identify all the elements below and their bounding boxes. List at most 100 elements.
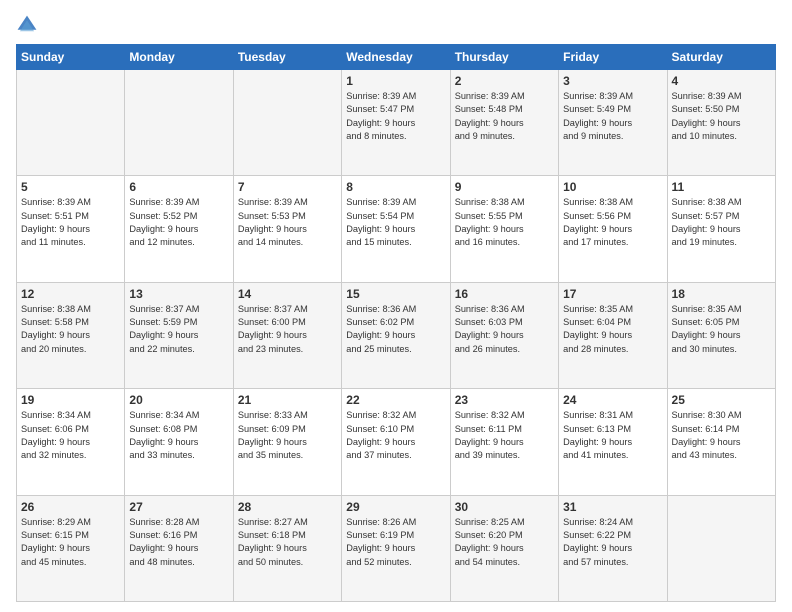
- calendar-week-row: 1 Sunrise: 8:39 AM Sunset: 5:47 PM Daylig…: [17, 70, 776, 176]
- day-info: Sunrise: 8:38 AM Sunset: 5:56 PM Dayligh…: [563, 196, 662, 249]
- day-number: 9: [455, 180, 554, 194]
- day-info: Sunrise: 8:39 AM Sunset: 5:52 PM Dayligh…: [129, 196, 228, 249]
- day-number: 30: [455, 500, 554, 514]
- calendar-day-29: 29 Sunrise: 8:26 AM Sunset: 6:19 PM Dayli…: [342, 495, 450, 601]
- day-info: Sunrise: 8:35 AM Sunset: 6:04 PM Dayligh…: [563, 303, 662, 356]
- calendar-day-30: 30 Sunrise: 8:25 AM Sunset: 6:20 PM Dayli…: [450, 495, 558, 601]
- calendar-empty-cell: [667, 495, 775, 601]
- calendar-week-row: 12Sunrise: 8:38 AM Sunset: 5:58 PM Dayli…: [17, 282, 776, 388]
- day-number: 27: [129, 500, 228, 514]
- day-number: 19: [21, 393, 120, 407]
- day-number: 4: [672, 74, 771, 88]
- weekday-header-saturday: Saturday: [667, 45, 775, 70]
- day-info: Sunrise: 8:25 AM Sunset: 6:20 PM Dayligh…: [455, 516, 554, 569]
- top-section: [16, 14, 776, 36]
- calendar-day-24: 24 Sunrise: 8:31 AM Sunset: 6:13 PM Dayli…: [559, 389, 667, 495]
- logo: [16, 14, 42, 36]
- calendar-day-20: 20 Sunrise: 8:34 AM Sunset: 6:08 PM Dayli…: [125, 389, 233, 495]
- day-info: Sunrise: 8:34 AM Sunset: 6:08 PM Dayligh…: [129, 409, 228, 462]
- day-number: 16: [455, 287, 554, 301]
- day-info: Sunrise: 8:38 AM Sunset: 5:55 PM Dayligh…: [455, 196, 554, 249]
- day-info: Sunrise: 8:39 AM Sunset: 5:50 PM Dayligh…: [672, 90, 771, 143]
- calendar-day-22: 22 Sunrise: 8:32 AM Sunset: 6:10 PM Dayli…: [342, 389, 450, 495]
- day-info: Sunrise: 8:26 AM Sunset: 6:19 PM Dayligh…: [346, 516, 445, 569]
- calendar-day-15: 15 Sunrise: 8:36 AM Sunset: 6:02 PM Dayli…: [342, 282, 450, 388]
- day-info: Sunrise: 8:32 AM Sunset: 6:11 PM Dayligh…: [455, 409, 554, 462]
- calendar-day-4: 4 Sunrise: 8:39 AM Sunset: 5:50 PM Daylig…: [667, 70, 775, 176]
- calendar-day-12: 12Sunrise: 8:38 AM Sunset: 5:58 PM Dayli…: [17, 282, 125, 388]
- day-info: Sunrise: 8:30 AM Sunset: 6:14 PM Dayligh…: [672, 409, 771, 462]
- day-number: 26: [21, 500, 120, 514]
- day-info: Sunrise: 8:29 AM Sunset: 6:15 PM Dayligh…: [21, 516, 120, 569]
- day-info: Sunrise: 8:39 AM Sunset: 5:49 PM Dayligh…: [563, 90, 662, 143]
- calendar-empty-cell: [233, 70, 341, 176]
- day-info: Sunrise: 8:38 AM Sunset: 5:58 PM Dayligh…: [21, 303, 120, 356]
- calendar-day-8: 8Sunrise: 8:39 AM Sunset: 5:54 PM Daylig…: [342, 176, 450, 282]
- calendar-day-10: 10Sunrise: 8:38 AM Sunset: 5:56 PM Dayli…: [559, 176, 667, 282]
- calendar-day-2: 2 Sunrise: 8:39 AM Sunset: 5:48 PM Daylig…: [450, 70, 558, 176]
- day-number: 3: [563, 74, 662, 88]
- weekday-header-row: SundayMondayTuesdayWednesdayThursdayFrid…: [17, 45, 776, 70]
- day-info: Sunrise: 8:37 AM Sunset: 5:59 PM Dayligh…: [129, 303, 228, 356]
- day-number: 5: [21, 180, 120, 194]
- day-number: 23: [455, 393, 554, 407]
- logo-icon: [16, 14, 38, 36]
- day-info: Sunrise: 8:34 AM Sunset: 6:06 PM Dayligh…: [21, 409, 120, 462]
- calendar-day-1: 1 Sunrise: 8:39 AM Sunset: 5:47 PM Daylig…: [342, 70, 450, 176]
- day-number: 1: [346, 74, 445, 88]
- calendar-week-row: 26 Sunrise: 8:29 AM Sunset: 6:15 PM Dayli…: [17, 495, 776, 601]
- calendar-week-row: 19 Sunrise: 8:34 AM Sunset: 6:06 PM Dayli…: [17, 389, 776, 495]
- day-number: 22: [346, 393, 445, 407]
- calendar-day-17: 17 Sunrise: 8:35 AM Sunset: 6:04 PM Dayli…: [559, 282, 667, 388]
- day-number: 24: [563, 393, 662, 407]
- calendar-day-14: 14Sunrise: 8:37 AM Sunset: 6:00 PM Dayli…: [233, 282, 341, 388]
- calendar-body: 1 Sunrise: 8:39 AM Sunset: 5:47 PM Daylig…: [17, 70, 776, 602]
- day-number: 14: [238, 287, 337, 301]
- calendar-day-23: 23 Sunrise: 8:32 AM Sunset: 6:11 PM Dayli…: [450, 389, 558, 495]
- day-number: 15: [346, 287, 445, 301]
- calendar-day-27: 27Sunrise: 8:28 AM Sunset: 6:16 PM Dayli…: [125, 495, 233, 601]
- weekday-header-thursday: Thursday: [450, 45, 558, 70]
- day-number: 29: [346, 500, 445, 514]
- day-info: Sunrise: 8:39 AM Sunset: 5:54 PM Dayligh…: [346, 196, 445, 249]
- day-info: Sunrise: 8:39 AM Sunset: 5:48 PM Dayligh…: [455, 90, 554, 143]
- calendar-table: SundayMondayTuesdayWednesdayThursdayFrid…: [16, 44, 776, 602]
- day-number: 21: [238, 393, 337, 407]
- calendar-day-28: 28 Sunrise: 8:27 AM Sunset: 6:18 PM Dayli…: [233, 495, 341, 601]
- day-number: 28: [238, 500, 337, 514]
- weekday-header-monday: Monday: [125, 45, 233, 70]
- calendar-day-21: 21 Sunrise: 8:33 AM Sunset: 6:09 PM Dayli…: [233, 389, 341, 495]
- day-info: Sunrise: 8:36 AM Sunset: 6:03 PM Dayligh…: [455, 303, 554, 356]
- day-number: 6: [129, 180, 228, 194]
- day-number: 17: [563, 287, 662, 301]
- calendar-day-26: 26 Sunrise: 8:29 AM Sunset: 6:15 PM Dayli…: [17, 495, 125, 601]
- day-info: Sunrise: 8:35 AM Sunset: 6:05 PM Dayligh…: [672, 303, 771, 356]
- calendar-day-19: 19 Sunrise: 8:34 AM Sunset: 6:06 PM Dayli…: [17, 389, 125, 495]
- day-info: Sunrise: 8:38 AM Sunset: 5:57 PM Dayligh…: [672, 196, 771, 249]
- day-number: 18: [672, 287, 771, 301]
- calendar-day-9: 9 Sunrise: 8:38 AM Sunset: 5:55 PM Daylig…: [450, 176, 558, 282]
- day-info: Sunrise: 8:39 AM Sunset: 5:53 PM Dayligh…: [238, 196, 337, 249]
- day-info: Sunrise: 8:39 AM Sunset: 5:51 PM Dayligh…: [21, 196, 120, 249]
- day-number: 25: [672, 393, 771, 407]
- day-number: 2: [455, 74, 554, 88]
- day-number: 31: [563, 500, 662, 514]
- day-info: Sunrise: 8:39 AM Sunset: 5:47 PM Dayligh…: [346, 90, 445, 143]
- calendar-week-row: 5 Sunrise: 8:39 AM Sunset: 5:51 PM Daylig…: [17, 176, 776, 282]
- calendar-day-16: 16 Sunrise: 8:36 AM Sunset: 6:03 PM Dayli…: [450, 282, 558, 388]
- day-info: Sunrise: 8:27 AM Sunset: 6:18 PM Dayligh…: [238, 516, 337, 569]
- page: SundayMondayTuesdayWednesdayThursdayFrid…: [0, 0, 792, 612]
- day-info: Sunrise: 8:32 AM Sunset: 6:10 PM Dayligh…: [346, 409, 445, 462]
- calendar-day-13: 13Sunrise: 8:37 AM Sunset: 5:59 PM Dayli…: [125, 282, 233, 388]
- day-number: 7: [238, 180, 337, 194]
- weekday-header-tuesday: Tuesday: [233, 45, 341, 70]
- day-info: Sunrise: 8:33 AM Sunset: 6:09 PM Dayligh…: [238, 409, 337, 462]
- calendar-day-11: 11Sunrise: 8:38 AM Sunset: 5:57 PM Dayli…: [667, 176, 775, 282]
- weekday-header-sunday: Sunday: [17, 45, 125, 70]
- day-info: Sunrise: 8:31 AM Sunset: 6:13 PM Dayligh…: [563, 409, 662, 462]
- calendar-day-31: 31Sunrise: 8:24 AM Sunset: 6:22 PM Dayli…: [559, 495, 667, 601]
- calendar-day-6: 6 Sunrise: 8:39 AM Sunset: 5:52 PM Daylig…: [125, 176, 233, 282]
- day-number: 20: [129, 393, 228, 407]
- calendar-day-18: 18 Sunrise: 8:35 AM Sunset: 6:05 PM Dayli…: [667, 282, 775, 388]
- day-info: Sunrise: 8:36 AM Sunset: 6:02 PM Dayligh…: [346, 303, 445, 356]
